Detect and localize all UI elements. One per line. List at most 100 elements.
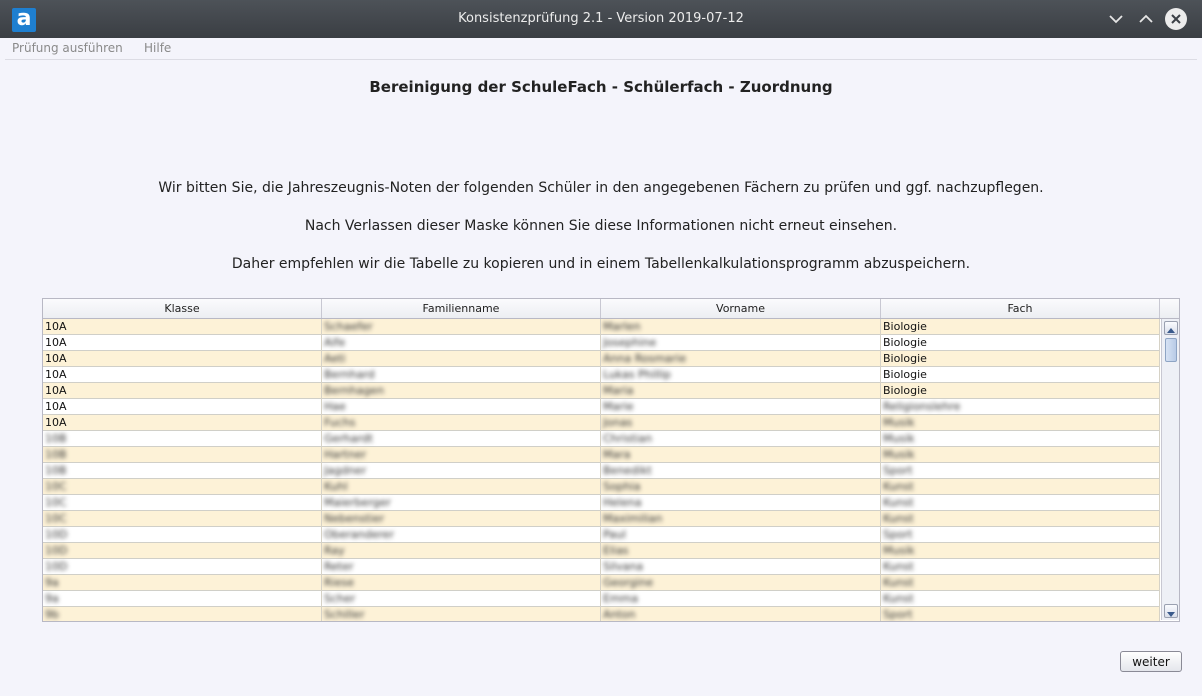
cell-fach: Religionslehre	[881, 399, 1160, 415]
cell-familienname: Aife	[322, 335, 601, 351]
table-row[interactable]: 9a Riese Georgine Kunst	[43, 575, 1160, 591]
cell-familienname: Schiller	[322, 607, 601, 621]
cell-klasse: 9a	[43, 591, 322, 607]
info-line-3: Daher empfehlen wir die Tabelle zu kopie…	[231, 256, 971, 272]
cell-klasse: 10A	[43, 335, 322, 351]
table-row[interactable]: 10C Maierberger Helena Kunst	[43, 495, 1160, 511]
cell-vorname: Anna Rosmarie	[601, 351, 881, 367]
cell-vorname: Maria	[601, 383, 881, 399]
cell-klasse: 10D	[43, 543, 322, 559]
cell-vorname: Elias	[601, 543, 881, 559]
window-titlebar: a Konsistenzprüfung 2.1 - Version 2019-0…	[0, 0, 1202, 38]
column-header-klasse[interactable]: Klasse	[43, 299, 322, 318]
column-header-fach[interactable]: Fach	[881, 299, 1160, 318]
window-title: Konsistenzprüfung 2.1 - Version 2019-07-…	[458, 11, 744, 26]
cell-klasse: 10A	[43, 399, 322, 415]
table-header: Klasse Familienname Vorname Fach	[43, 299, 1179, 319]
cell-familienname: Jagdner	[322, 463, 601, 479]
minimize-chevron-down-icon[interactable]	[1106, 9, 1126, 29]
cell-fach: Biologie	[881, 367, 1160, 383]
scrollbar-thumb[interactable]	[1165, 338, 1177, 362]
close-icon[interactable]	[1165, 8, 1187, 30]
cell-fach: Kunst	[881, 495, 1160, 511]
cell-familienname: Bernhard	[322, 367, 601, 383]
cell-familienname: Scher	[322, 591, 601, 607]
menubar: Prüfung ausführen Hilfe	[5, 38, 1197, 60]
table-row[interactable]: 10B Hartner Mara Musik	[43, 447, 1160, 463]
cell-fach: Kunst	[881, 575, 1160, 591]
cell-vorname: Paul	[601, 527, 881, 543]
cell-familienname: Schaefer	[322, 319, 601, 335]
cell-vorname: Marie	[601, 399, 881, 415]
scroll-up-arrow-icon[interactable]	[1164, 321, 1178, 335]
cell-vorname: Josephine	[601, 335, 881, 351]
cell-klasse: 10C	[43, 479, 322, 495]
cell-familienname: Fuchs	[322, 415, 601, 431]
cell-klasse: 10D	[43, 527, 322, 543]
cell-vorname: Maximilian	[601, 511, 881, 527]
table-row[interactable]: 10A Bernhard Lukas Phillip Biologie	[43, 367, 1160, 383]
cell-klasse: 10A	[43, 383, 322, 399]
maximize-chevron-up-icon[interactable]	[1136, 9, 1156, 29]
cell-vorname: Helena	[601, 495, 881, 511]
cell-fach: Biologie	[881, 335, 1160, 351]
page-title: Bereinigung der SchuleFach - Schülerfach…	[369, 78, 833, 96]
table-row[interactable]: 10C Kuhl Sophia Kunst	[43, 479, 1160, 495]
cell-vorname: Anton	[601, 607, 881, 621]
cell-vorname: Lukas Phillip	[601, 367, 881, 383]
table-row[interactable]: 10D Oberanderer Paul Sport	[43, 527, 1160, 543]
table-row[interactable]: 10D Ray Elias Musik	[43, 543, 1160, 559]
results-table: Klasse Familienname Vorname Fach 10A Scha…	[42, 298, 1180, 622]
cell-fach: Sport	[881, 463, 1160, 479]
cell-klasse: 10C	[43, 495, 322, 511]
table-row[interactable]: 10A Bernhagen Maria Biologie	[43, 383, 1160, 399]
next-button[interactable]: weiter	[1120, 651, 1182, 672]
cell-fach: Kunst	[881, 591, 1160, 607]
cell-vorname: Sophia	[601, 479, 881, 495]
menu-hilfe[interactable]: Hilfe	[144, 41, 171, 55]
column-header-familienname[interactable]: Familienname	[322, 299, 601, 318]
cell-klasse: 10B	[43, 463, 322, 479]
cell-vorname: Benedikt	[601, 463, 881, 479]
table-row[interactable]: 10A Schaefer Marlen Biologie	[43, 319, 1160, 335]
table-row[interactable]: 10C Nebenstier Maximilian Kunst	[43, 511, 1160, 527]
table-row[interactable]: 10B Gerhardt Christian Musik	[43, 431, 1160, 447]
table-row[interactable]: 9a Scher Emma Kunst	[43, 591, 1160, 607]
table-row[interactable]: 10A Aeti Anna Rosmarie Biologie	[43, 351, 1160, 367]
cell-vorname: Marlen	[601, 319, 881, 335]
cell-klasse: 10B	[43, 447, 322, 463]
cell-klasse: 10B	[43, 431, 322, 447]
cell-fach: Musik	[881, 447, 1160, 463]
column-header-vorname[interactable]: Vorname	[601, 299, 881, 318]
cell-klasse: 10A	[43, 367, 322, 383]
cell-vorname: Mara	[601, 447, 881, 463]
cell-fach: Kunst	[881, 511, 1160, 527]
vertical-scrollbar[interactable]	[1161, 319, 1179, 620]
cell-familienname: Hae	[322, 399, 601, 415]
table-row[interactable]: 10A Aife Josephine Biologie	[43, 335, 1160, 351]
cell-fach: Musik	[881, 543, 1160, 559]
cell-klasse: 10D	[43, 559, 322, 575]
table-row[interactable]: 10A Hae Marie Religionslehre	[43, 399, 1160, 415]
menu-pruefung-ausfuehren[interactable]: Prüfung ausführen	[12, 41, 123, 55]
table-row[interactable]: 9b Schiller Anton Sport	[43, 607, 1160, 621]
cell-fach: Biologie	[881, 319, 1160, 335]
cell-fach: Biologie	[881, 383, 1160, 399]
cell-fach: Sport	[881, 527, 1160, 543]
cell-vorname: Georgine	[601, 575, 881, 591]
table-body: 10A Schaefer Marlen Biologie 10A Aife Josephin…	[43, 319, 1160, 621]
cell-fach: Musik	[881, 431, 1160, 447]
cell-familienname: Bernhagen	[322, 383, 601, 399]
cell-vorname: Silvana	[601, 559, 881, 575]
cell-familienname: Nebenstier	[322, 511, 601, 527]
cell-familienname: Hartner	[322, 447, 601, 463]
scroll-down-arrow-icon[interactable]	[1164, 604, 1178, 618]
table-row[interactable]: 10D Reter Silvana Kunst	[43, 559, 1160, 575]
cell-familienname: Reter	[322, 559, 601, 575]
cell-familienname: Aeti	[322, 351, 601, 367]
cell-familienname: Riese	[322, 575, 601, 591]
cell-vorname: Emma	[601, 591, 881, 607]
cell-fach: Kunst	[881, 559, 1160, 575]
table-row[interactable]: 10A Fuchs Jonas Musik	[43, 415, 1160, 431]
table-row[interactable]: 10B Jagdner Benedikt Sport	[43, 463, 1160, 479]
